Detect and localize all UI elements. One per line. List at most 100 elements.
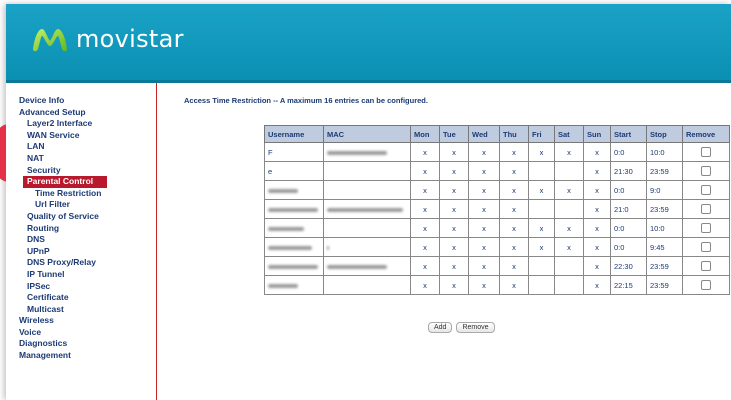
mac-cell (323, 237, 411, 257)
start-time-cell: 22:15 (610, 275, 647, 295)
mac-cell (323, 180, 411, 200)
stop-time-cell: 23:59 (646, 161, 683, 181)
remove-cell (682, 142, 730, 162)
sidebar-item-url-filter[interactable]: Url Filter (19, 199, 107, 211)
brand-logo: movistar (30, 25, 184, 53)
remove-button[interactable]: Remove (456, 322, 495, 333)
username-cell (264, 180, 324, 200)
mac-cell (323, 218, 411, 238)
sidebar-item-lan[interactable]: LAN (19, 141, 107, 153)
stop-time-cell: 9:45 (646, 237, 683, 257)
table-row: x x x x x 22:30 23:59 (264, 256, 730, 276)
remove-checkbox[interactable] (701, 261, 711, 271)
day-cell-sat (554, 161, 584, 181)
day-cell-fri (528, 199, 555, 219)
sidebar-item-quality-of-service[interactable]: Quality of Service (19, 211, 107, 223)
day-cell-mon: x (410, 275, 440, 295)
day-cell-wed: x (468, 161, 500, 181)
table-header-row: Username MAC Mon Tue Wed Thu Fri Sat Sun Start Sto… (264, 125, 730, 143)
day-cell-mon: x (410, 256, 440, 276)
sidebar-item-security[interactable]: Security (19, 165, 107, 177)
start-time-cell: 21:0 (610, 199, 647, 219)
remove-checkbox[interactable] (701, 204, 711, 214)
day-cell-tue: x (439, 199, 469, 219)
day-cell-sun: x (583, 161, 611, 181)
day-cell-wed: x (468, 275, 500, 295)
column-header-username: Username (264, 125, 324, 143)
day-cell-fri (528, 275, 555, 295)
sidebar-item-management[interactable]: Management (19, 350, 107, 362)
remove-checkbox[interactable] (701, 280, 711, 290)
sidebar-item-time-restriction[interactable]: Time Restriction (19, 188, 107, 200)
table-row: x x x x x x x 0:0 9:0 (264, 180, 730, 200)
day-cell-sat (554, 256, 584, 276)
column-header-mac: MAC (323, 125, 411, 143)
sidebar-item-nat[interactable]: NAT (19, 153, 107, 165)
add-button[interactable]: Add (428, 322, 453, 333)
day-cell-mon: x (410, 199, 440, 219)
sidebar-item-multicast[interactable]: Multicast (19, 304, 107, 316)
day-cell-sat: x (554, 237, 584, 257)
sidebar-item-ip-tunnel[interactable]: IP Tunnel (19, 269, 107, 281)
nav-menu: Device Info Advanced Setup Layer2 Interfac… (19, 95, 107, 362)
table-row: e x x x x x 21:30 23:59 (264, 161, 730, 181)
access-time-table: Username MAC Mon Tue Wed Thu Fri Sat Sun Start Sto… (264, 125, 730, 295)
sidebar-item-certificate[interactable]: Certificate (19, 292, 107, 304)
day-cell-mon: x (410, 237, 440, 257)
mac-cell (323, 142, 411, 162)
sidebar-item-parental-control[interactable]: Parental Control (23, 176, 107, 188)
username-cell: F (264, 142, 324, 162)
username-cell (264, 256, 324, 276)
sidebar-item-routing[interactable]: Routing (19, 223, 107, 235)
table-row: Fx x x x x x x 0:0 10:0 (264, 142, 730, 162)
username-cell (264, 199, 324, 219)
remove-checkbox[interactable] (701, 147, 711, 157)
redacted-username (268, 207, 318, 212)
remove-checkbox[interactable] (701, 185, 711, 195)
day-cell-sun: x (583, 142, 611, 162)
table-row: x x x x x 22:15 23:59 (264, 275, 730, 295)
day-cell-mon: x (410, 180, 440, 200)
column-header-sat: Sat (554, 125, 584, 143)
action-buttons: Add Remove (428, 322, 495, 333)
day-cell-wed: x (468, 180, 500, 200)
day-cell-sat (554, 199, 584, 219)
username-cell (264, 275, 324, 295)
day-cell-tue: x (439, 275, 469, 295)
sidebar-item-diagnostics[interactable]: Diagnostics (19, 338, 107, 350)
column-header-wed: Wed (468, 125, 500, 143)
mac-cell (323, 161, 411, 181)
day-cell-sun: x (583, 256, 611, 276)
start-time-cell: 0:0 (610, 237, 647, 257)
day-cell-thu: x (499, 180, 529, 200)
column-header-mon: Mon (410, 125, 440, 143)
sidebar-item-ipsec[interactable]: IPSec (19, 281, 107, 293)
sidebar-item-upnp[interactable]: UPnP (19, 246, 107, 258)
redacted-username (268, 188, 298, 193)
day-cell-fri: x (528, 218, 555, 238)
table-row: x x x x x x x 0:0 9:45 (264, 237, 730, 257)
stop-time-cell: 10:0 (646, 142, 683, 162)
redacted-username (268, 283, 298, 288)
remove-checkbox[interactable] (701, 242, 711, 252)
sidebar-item-dns[interactable]: DNS (19, 234, 107, 246)
stop-time-cell: 23:59 (646, 275, 683, 295)
day-cell-sun: x (583, 218, 611, 238)
remove-cell (682, 180, 730, 200)
day-cell-wed: x (468, 237, 500, 257)
day-cell-tue: x (439, 180, 469, 200)
sidebar-item-device-info[interactable]: Device Info (19, 95, 107, 107)
day-cell-sat: x (554, 142, 584, 162)
day-cell-sun: x (583, 180, 611, 200)
remove-checkbox[interactable] (701, 223, 711, 233)
remove-cell (682, 199, 730, 219)
sidebar-item-voice[interactable]: Voice (19, 327, 107, 339)
remove-checkbox[interactable] (701, 166, 711, 176)
sidebar-item-dns-proxy-relay[interactable]: DNS Proxy/Relay (19, 257, 107, 269)
sidebar-item-layer2-interface[interactable]: Layer2 Interface (19, 118, 107, 130)
remove-cell (682, 275, 730, 295)
sidebar-item-wan-service[interactable]: WAN Service (19, 130, 107, 142)
remove-cell (682, 161, 730, 181)
sidebar-item-advanced-setup[interactable]: Advanced Setup (19, 107, 107, 119)
sidebar-item-wireless[interactable]: Wireless (19, 315, 107, 327)
